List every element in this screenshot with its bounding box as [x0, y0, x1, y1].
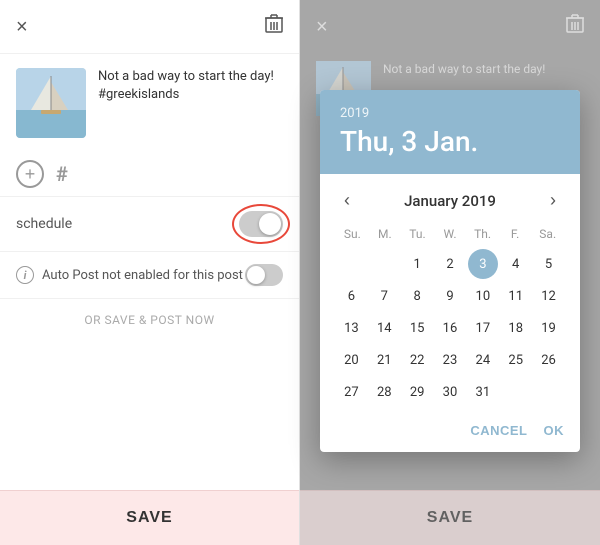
calendar-day-30[interactable]: 30	[435, 377, 465, 407]
calendar-day-13[interactable]: 13	[336, 313, 366, 343]
autopost-left: i Auto Post not enabled for this post	[16, 266, 243, 284]
calendar-day-16[interactable]: 16	[435, 313, 465, 343]
calendar-day-22[interactable]: 22	[402, 345, 432, 375]
calendar-day-17[interactable]: 17	[468, 313, 498, 343]
calendar-day-23[interactable]: 23	[435, 345, 465, 375]
right-header: ×	[300, 0, 600, 53]
schedule-row: schedule	[0, 197, 299, 252]
weekday-su: Su.	[336, 223, 369, 245]
calendar-header: 2019 Thu, 3 Jan.	[320, 90, 580, 174]
calendar-day-28[interactable]: 28	[369, 377, 399, 407]
calendar-day-21[interactable]: 21	[369, 345, 399, 375]
right-close-icon[interactable]: ×	[316, 17, 328, 37]
autopost-label: Auto Post not enabled for this post	[42, 268, 243, 283]
weekday-sa: Sa.	[531, 223, 564, 245]
left-header: ×	[0, 0, 299, 54]
calendar-day-12[interactable]: 12	[534, 281, 564, 311]
weekday-tu: Tu.	[401, 223, 434, 245]
schedule-toggle[interactable]	[239, 211, 283, 237]
calendar-nav: ‹ January 2019 ›	[320, 174, 580, 223]
prev-month-button[interactable]: ‹	[336, 186, 358, 215]
weekday-w: W.	[434, 223, 467, 245]
toggle-thumb	[259, 213, 281, 235]
weekday-f: F.	[499, 223, 532, 245]
calendar-day-10[interactable]: 10	[468, 281, 498, 311]
autopost-toggle-thumb	[247, 266, 265, 284]
next-month-button[interactable]: ›	[542, 186, 564, 215]
close-icon[interactable]: ×	[16, 17, 28, 37]
post-preview: Not a bad way to start the day! #greekis…	[0, 54, 299, 152]
calendar-weekdays: Su. M. Tu. W. Th. F. Sa.	[336, 223, 564, 245]
schedule-label: schedule	[16, 216, 72, 232]
right-save-button[interactable]: SAVE	[300, 490, 600, 545]
calendar-grid: Su. M. Tu. W. Th. F. Sa. 123456789101112…	[320, 223, 580, 415]
calendar-day-1[interactable]: 1	[402, 249, 432, 279]
calendar-day-25[interactable]: 25	[501, 345, 531, 375]
calendar-day-14[interactable]: 14	[369, 313, 399, 343]
calendar-day-3[interactable]: 3	[468, 249, 498, 279]
delete-icon[interactable]	[265, 14, 283, 39]
calendar-day-6[interactable]: 6	[336, 281, 366, 311]
weekday-m: M.	[369, 223, 402, 245]
add-button[interactable]: +	[16, 160, 44, 188]
calendar-actions: CANCEL OK	[320, 415, 580, 452]
calendar-dialog: 2019 Thu, 3 Jan. ‹ January 2019 › Su. M.…	[320, 90, 580, 452]
right-panel: × Not a bad way	[300, 0, 600, 545]
weekday-th: Th.	[466, 223, 499, 245]
right-caption: Not a bad way to start the day!	[383, 61, 545, 78]
calendar-year: 2019	[340, 106, 560, 121]
save-button[interactable]: SAVE	[0, 490, 299, 545]
calendar-day-27[interactable]: 27	[336, 377, 366, 407]
or-save-row: OR SAVE & POST NOW	[0, 299, 299, 341]
calendar-day-4[interactable]: 4	[501, 249, 531, 279]
right-delete-icon[interactable]	[566, 14, 584, 39]
calendar-day-11[interactable]: 11	[501, 281, 531, 311]
calendar-date: Thu, 3 Jan.	[340, 125, 560, 158]
post-caption: Not a bad way to start the day! #greekis…	[98, 68, 283, 104]
calendar-day-empty	[336, 249, 366, 279]
calendar-days: 1234567891011121314151617181920212223242…	[336, 249, 564, 407]
left-panel: × Not a bad way	[0, 0, 300, 545]
autopost-row: i Auto Post not enabled for this post	[0, 252, 299, 299]
or-save-text: OR SAVE & POST NOW	[84, 313, 214, 327]
calendar-day-empty	[369, 249, 399, 279]
calendar-day-20[interactable]: 20	[336, 345, 366, 375]
calendar-day-19[interactable]: 19	[534, 313, 564, 343]
calendar-day-24[interactable]: 24	[468, 345, 498, 375]
calendar-day-9[interactable]: 9	[435, 281, 465, 311]
calendar-day-31[interactable]: 31	[468, 377, 498, 407]
cancel-button[interactable]: CANCEL	[470, 423, 527, 438]
calendar-day-29[interactable]: 29	[402, 377, 432, 407]
calendar-day-2[interactable]: 2	[435, 249, 465, 279]
hashtag-icon[interactable]: #	[56, 162, 68, 186]
calendar-month-title: January 2019	[404, 192, 496, 210]
calendar-day-15[interactable]: 15	[402, 313, 432, 343]
autopost-toggle[interactable]	[245, 264, 283, 286]
info-icon: i	[16, 266, 34, 284]
calendar-day-5[interactable]: 5	[534, 249, 564, 279]
calendar-day-7[interactable]: 7	[369, 281, 399, 311]
tag-row: + #	[0, 152, 299, 197]
calendar-day-8[interactable]: 8	[402, 281, 432, 311]
ok-button[interactable]: OK	[544, 423, 565, 438]
calendar-day-18[interactable]: 18	[501, 313, 531, 343]
post-image	[16, 68, 86, 138]
calendar-day-26[interactable]: 26	[534, 345, 564, 375]
